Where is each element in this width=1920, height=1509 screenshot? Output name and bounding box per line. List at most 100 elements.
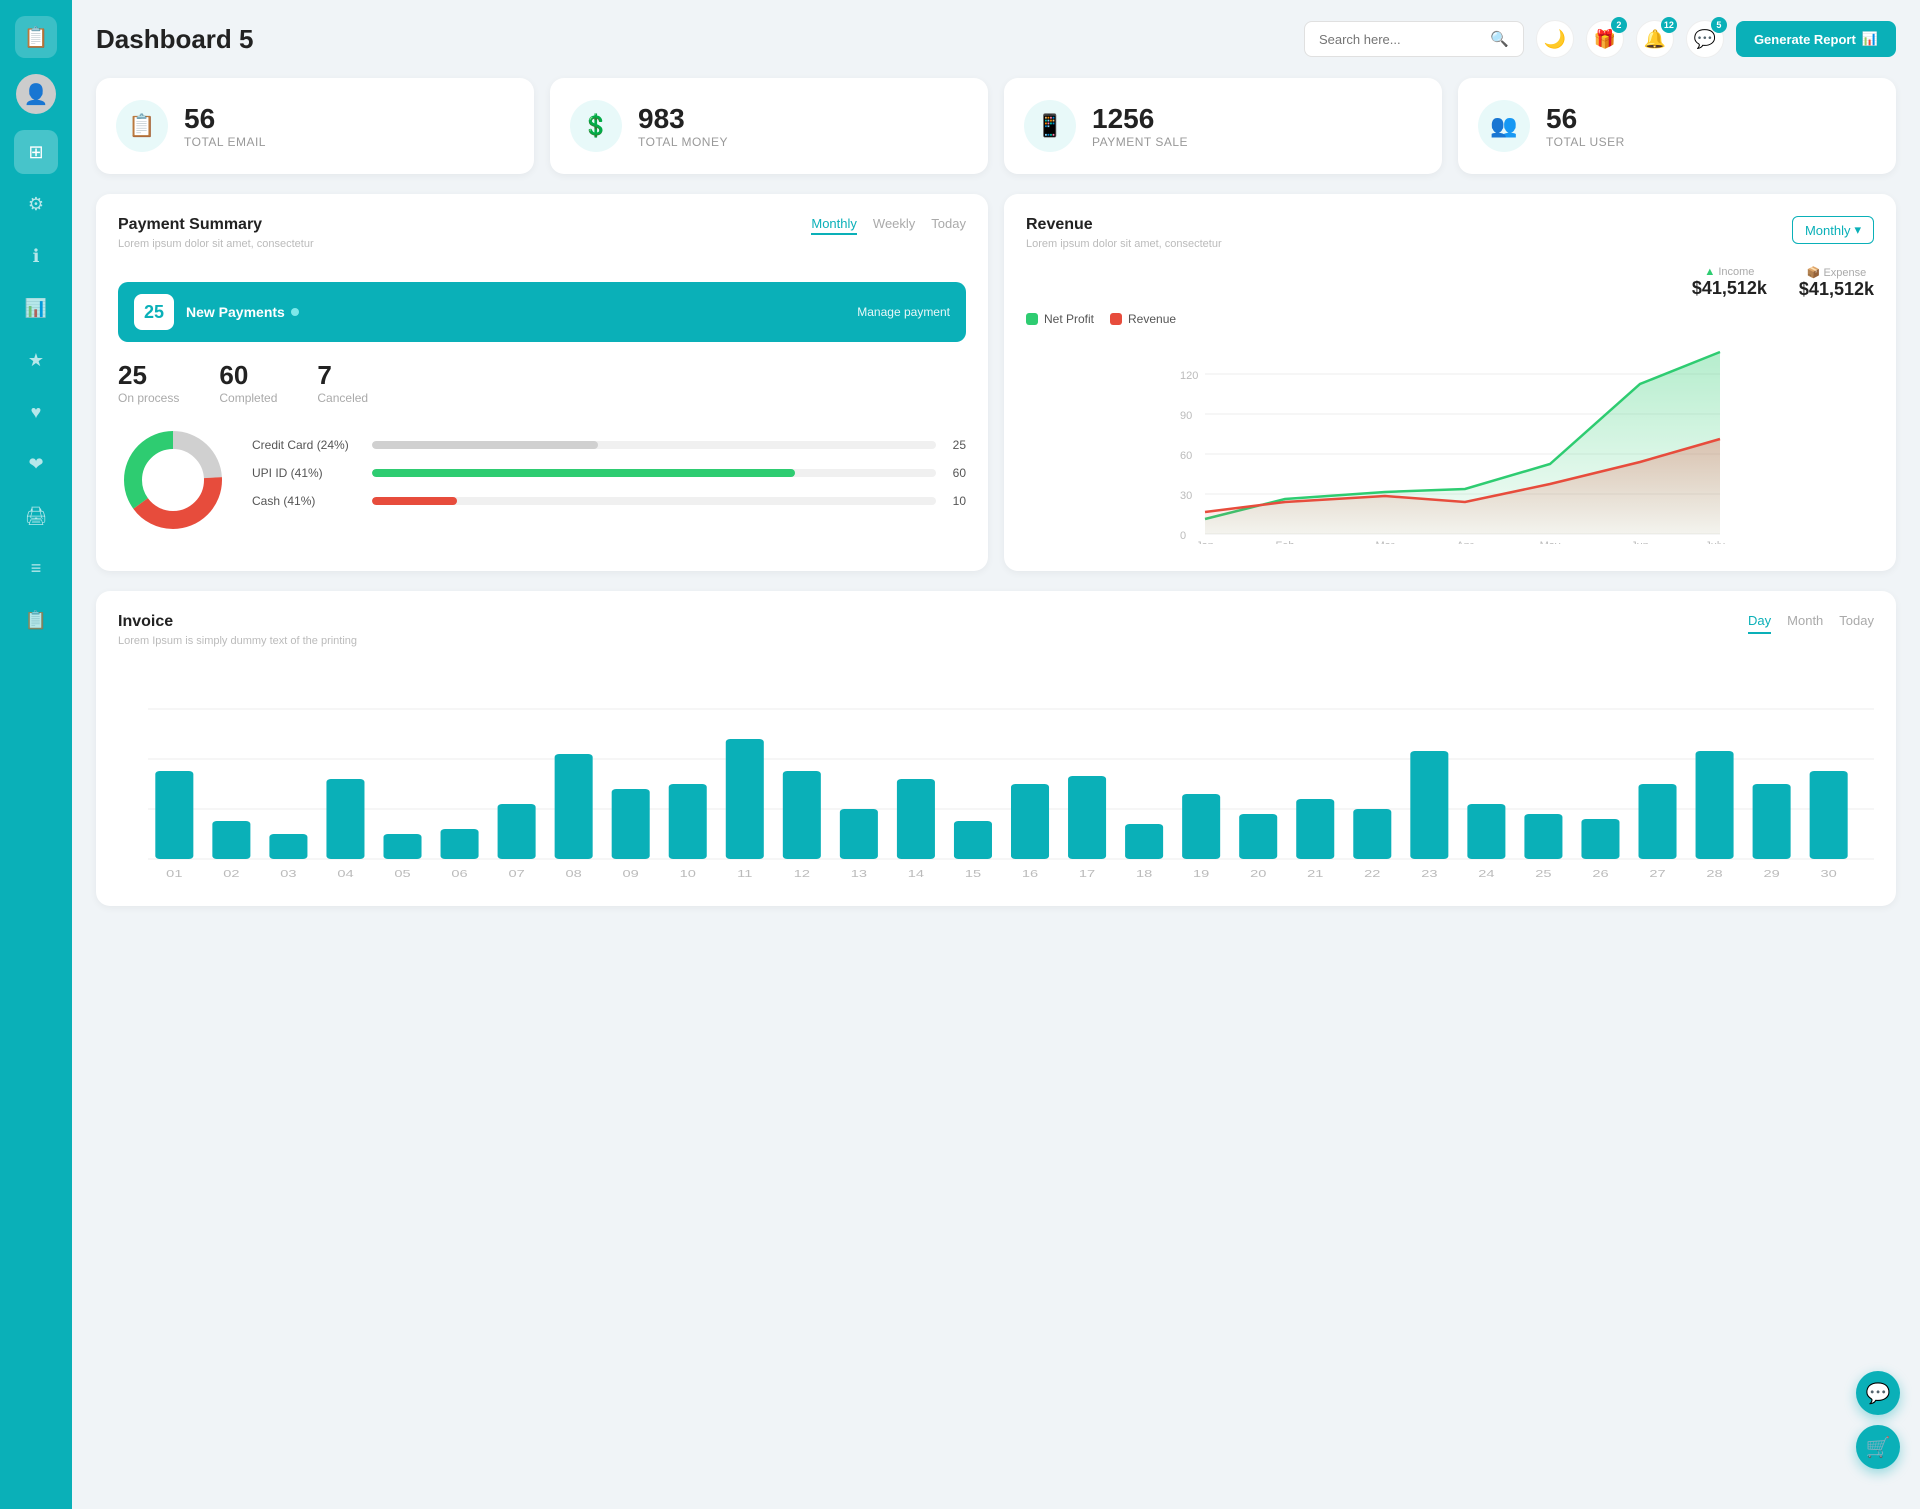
svg-text:17: 17 (1079, 868, 1095, 879)
completed-stat: 60 Completed (219, 360, 277, 405)
revenue-legend: Net Profit Revenue (1026, 312, 1874, 326)
svg-text:Feb: Feb (1276, 540, 1295, 544)
income-icon: ▲ (1704, 266, 1715, 278)
expense-label: 📦 Expense (1799, 266, 1874, 279)
gift-button[interactable]: 🎁 2 (1586, 20, 1624, 58)
chevron-down-icon: ▾ (1854, 222, 1861, 238)
manage-payment-link[interactable]: Manage payment (857, 305, 950, 319)
sidebar-item-heart2[interactable]: ❤ (14, 442, 58, 486)
revenue-monthly-select[interactable]: Monthly ▾ (1792, 216, 1874, 244)
sidebar-item-star[interactable]: ★ (14, 338, 58, 382)
income-value: $41,512k (1692, 278, 1767, 299)
total-money-label: TOTAL MONEY (638, 135, 728, 149)
sidebar-item-docs[interactable]: 📋 (14, 598, 58, 642)
tab-weekly[interactable]: Weekly (873, 216, 915, 235)
sidebar-item-print[interactable]: 🖨 (14, 494, 58, 538)
sidebar-item-analytics[interactable]: 📊 (14, 286, 58, 330)
svg-text:29: 29 (1763, 868, 1779, 879)
search-box[interactable]: 🔍 (1304, 21, 1524, 57)
sidebar-item-heart[interactable]: ♥ (14, 390, 58, 434)
invoice-panel: Invoice Lorem Ipsum is simply dummy text… (96, 591, 1896, 906)
theme-toggle-button[interactable]: 🌙 (1536, 20, 1574, 58)
cart-fab[interactable]: 🛒 (1856, 1425, 1900, 1469)
payment-sale-number: 1256 (1092, 103, 1188, 135)
canceled-stat: 7 Canceled (317, 360, 368, 405)
invoice-chart-wrapper: 0 20 40 60 01 02 03 04 05 06 07 08 09 10… (118, 679, 1874, 884)
svg-text:Apr: Apr (1456, 540, 1473, 544)
income-label: ▲ Income (1692, 266, 1767, 278)
svg-text:09: 09 (623, 868, 639, 879)
support-fab[interactable]: 💬 (1856, 1371, 1900, 1415)
email-icon: 📋 (116, 100, 168, 152)
bar-label-credit: Credit Card (24%) (252, 438, 362, 452)
sidebar-item-dashboard[interactable]: ⊞ (14, 130, 58, 174)
svg-text:20: 20 (1250, 868, 1266, 879)
invoice-header: Invoice Lorem Ipsum is simply dummy text… (118, 613, 1874, 663)
sidebar-item-list[interactable]: ≡ (14, 546, 58, 590)
revenue-title: Revenue (1026, 216, 1222, 234)
tab-monthly[interactable]: Monthly (811, 216, 857, 235)
expense-value: $41,512k (1799, 279, 1874, 300)
svg-text:07: 07 (508, 868, 524, 879)
svg-text:12: 12 (794, 868, 810, 879)
sidebar: 📋 👤 ⊞ ⚙ ℹ 📊 ★ ♥ ❤ 🖨 ≡ 📋 (0, 0, 72, 1509)
bar-label-cash: Cash (41%) (252, 494, 362, 508)
svg-text:22: 22 (1364, 868, 1380, 879)
payment-bars: Credit Card (24%) 25 UPI ID (41%) 60 (252, 438, 966, 522)
main-content: Dashboard 5 🔍 🌙 🎁 2 🔔 12 💬 5 Generate Re… (72, 0, 1920, 1509)
bar-val-credit: 25 (946, 438, 966, 452)
on-process-label: On process (118, 391, 179, 405)
svg-text:60: 60 (1180, 450, 1192, 462)
svg-text:Jun: Jun (1631, 540, 1649, 544)
revenue-dot (1110, 313, 1122, 325)
sidebar-item-settings[interactable]: ⚙ (14, 182, 58, 226)
invoice-subtitle: Lorem Ipsum is simply dummy text of the … (118, 635, 357, 647)
svg-text:July: July (1705, 540, 1725, 544)
gift-badge: 2 (1611, 17, 1627, 33)
svg-text:27: 27 (1649, 868, 1665, 879)
page-title: Dashboard 5 (96, 24, 254, 55)
payment-tabs: Monthly Weekly Today (811, 216, 966, 235)
payment-sale-label: PAYMENT SALE (1092, 135, 1188, 149)
user-icon: 👥 (1478, 100, 1530, 152)
svg-text:05: 05 (394, 868, 410, 879)
svg-text:21: 21 (1307, 868, 1323, 879)
on-process-number: 25 (118, 360, 179, 391)
svg-text:May: May (1540, 540, 1561, 544)
income-item: ▲ Income $41,512k (1692, 266, 1767, 300)
generate-report-button[interactable]: Generate Report 📊 (1736, 21, 1896, 57)
total-user-number: 56 (1546, 103, 1625, 135)
svg-text:30: 30 (1180, 490, 1192, 502)
svg-text:25: 25 (1535, 868, 1551, 879)
stat-card-money: 💲 983 TOTAL MONEY (550, 78, 988, 174)
sidebar-logo: 📋 (15, 16, 57, 58)
svg-text:90: 90 (1180, 410, 1192, 422)
on-process-stat: 25 On process (118, 360, 179, 405)
svg-text:23: 23 (1421, 868, 1437, 879)
invoice-bar-chart: 0 20 40 60 01 02 03 04 05 06 07 08 09 10… (148, 679, 1874, 879)
svg-text:24: 24 (1478, 868, 1494, 879)
payment-bottom: Credit Card (24%) 25 UPI ID (41%) 60 (118, 425, 966, 535)
svg-text:28: 28 (1706, 868, 1722, 879)
chat-button[interactable]: 💬 5 (1686, 20, 1724, 58)
search-input[interactable] (1319, 32, 1482, 47)
sidebar-item-info[interactable]: ℹ (14, 234, 58, 278)
invoice-tabs: Day Month Today (1748, 613, 1874, 634)
revenue-chart-container: 0 30 60 90 120 (1026, 334, 1874, 549)
bell-button[interactable]: 🔔 12 (1636, 20, 1674, 58)
bar-row-cash: Cash (41%) 10 (252, 494, 966, 508)
expense-item: 📦 Expense $41,512k (1799, 266, 1874, 300)
bar-fill-credit (372, 441, 598, 449)
invoice-tab-day[interactable]: Day (1748, 613, 1771, 634)
chat-badge: 5 (1711, 17, 1727, 33)
tab-today[interactable]: Today (931, 216, 966, 235)
invoice-tab-today[interactable]: Today (1839, 613, 1874, 634)
bar-track-cash (372, 497, 936, 505)
invoice-tab-month[interactable]: Month (1787, 613, 1823, 634)
stat-card-user: 👥 56 TOTAL USER (1458, 78, 1896, 174)
new-payments-label: New Payments (186, 304, 299, 320)
header: Dashboard 5 🔍 🌙 🎁 2 🔔 12 💬 5 Generate Re… (96, 20, 1896, 58)
new-payments-row: 25 New Payments Manage payment (118, 282, 966, 342)
canceled-label: Canceled (317, 391, 368, 405)
svg-text:02: 02 (223, 868, 239, 879)
